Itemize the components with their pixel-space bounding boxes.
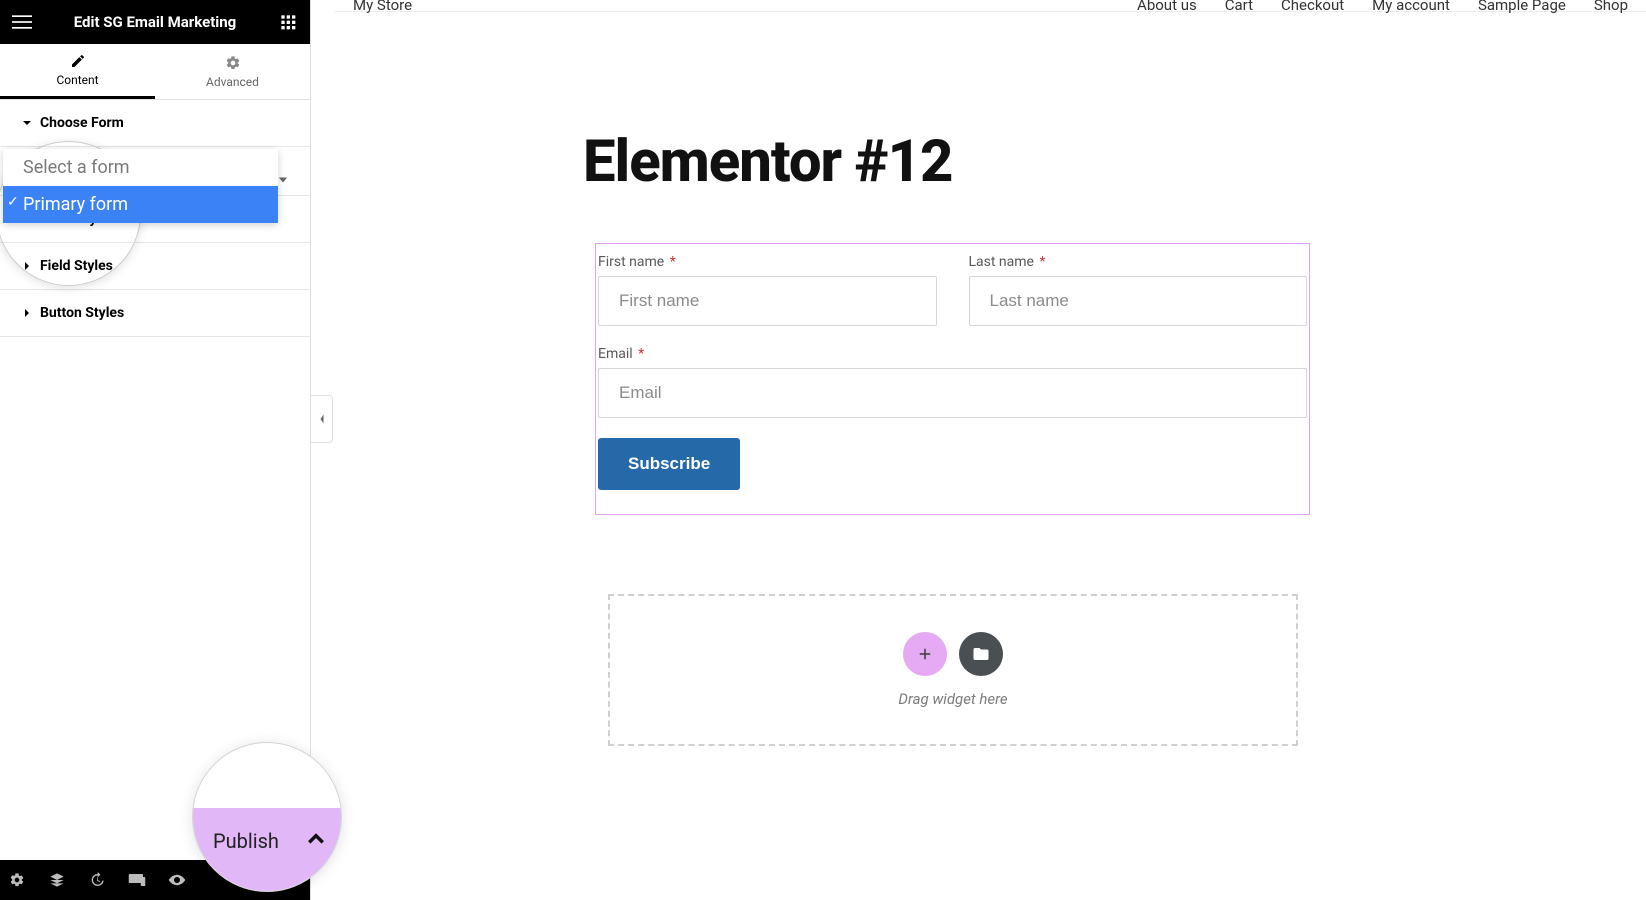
caret-down-icon (22, 118, 32, 128)
nav-item[interactable]: Cart (1225, 0, 1253, 14)
caret-right-icon (22, 308, 32, 318)
form-select-wrap: Select a form Primary form (0, 147, 310, 196)
nav-item[interactable]: Checkout (1281, 0, 1344, 14)
responsive-devices-icon[interactable] (128, 871, 146, 889)
required-mark: * (638, 346, 644, 362)
section-choose-form[interactable]: Choose Form (0, 100, 310, 147)
last-name-input[interactable] (969, 276, 1308, 326)
add-section-button[interactable] (903, 632, 947, 676)
caret-right-icon (22, 261, 32, 271)
form-select-dropdown[interactable]: Select a form Primary form (3, 149, 278, 223)
page-title: Elementor #12 (583, 128, 952, 196)
folder-icon (972, 645, 990, 663)
nav-item[interactable]: Shop (1594, 0, 1628, 14)
site-menu: About us Cart Checkout My account Sample… (1137, 0, 1628, 14)
section-button-styles[interactable]: Button Styles (0, 290, 310, 337)
plus-icon (916, 645, 934, 663)
drop-zone-actions (903, 632, 1003, 676)
tab-advanced[interactable]: Advanced (155, 44, 310, 99)
drop-zone-text: Drag widget here (898, 690, 1007, 708)
publish-label: Publish (213, 829, 279, 853)
site-top-nav: My Store About us Cart Checkout My accou… (335, 0, 1646, 12)
site-title[interactable]: My Store (353, 0, 412, 14)
preview-canvas: My Store About us Cart Checkout My accou… (335, 0, 1646, 900)
last-name-label: Last name * (969, 254, 1308, 270)
subscribe-button[interactable]: Subscribe (598, 438, 740, 490)
tab-advanced-label: Advanced (206, 75, 259, 89)
section-choose-form-label: Choose Form (40, 115, 124, 131)
first-name-input[interactable] (598, 276, 937, 326)
nav-item[interactable]: About us (1137, 0, 1197, 14)
sidebar-title: Edit SG Email Marketing (32, 13, 278, 31)
gear-icon (225, 55, 241, 71)
nav-item[interactable]: Sample Page (1478, 0, 1566, 14)
first-name-label: First name * (598, 254, 937, 270)
preview-eye-icon[interactable] (168, 871, 186, 889)
section-field-styles[interactable]: Field Styles (0, 243, 310, 290)
add-template-button[interactable] (959, 632, 1003, 676)
required-mark: * (1039, 254, 1045, 270)
nav-item[interactable]: My account (1372, 0, 1450, 14)
sidebar-header: Edit SG Email Marketing (0, 0, 310, 44)
subscribe-form-widget[interactable]: First name * Last name * Email * (595, 243, 1310, 515)
email-input[interactable] (598, 368, 1307, 418)
section-button-styles-label: Button Styles (40, 305, 124, 321)
history-icon[interactable] (88, 871, 106, 889)
email-label: Email * (598, 346, 1307, 362)
sidebar-tabs: Content Advanced (0, 44, 310, 100)
required-mark: * (670, 254, 676, 270)
section-field-styles-label: Field Styles (40, 258, 113, 274)
publish-highlight-bubble: Publish (192, 742, 342, 892)
collapse-sidebar-handle[interactable] (311, 395, 333, 443)
tab-content[interactable]: Content (0, 44, 155, 99)
form-select-placeholder[interactable]: Select a form (3, 149, 278, 186)
hamburger-menu-icon[interactable] (12, 12, 32, 32)
tab-content-label: Content (56, 73, 98, 87)
navigator-layers-icon[interactable] (48, 871, 66, 889)
form-select-option-primary[interactable]: Primary form (3, 186, 278, 223)
pencil-icon (70, 53, 86, 69)
widgets-grid-icon[interactable] (278, 12, 298, 32)
chevron-up-icon[interactable] (307, 829, 325, 853)
drop-zone[interactable]: Drag widget here (608, 594, 1298, 746)
settings-gear-icon[interactable] (8, 871, 26, 889)
